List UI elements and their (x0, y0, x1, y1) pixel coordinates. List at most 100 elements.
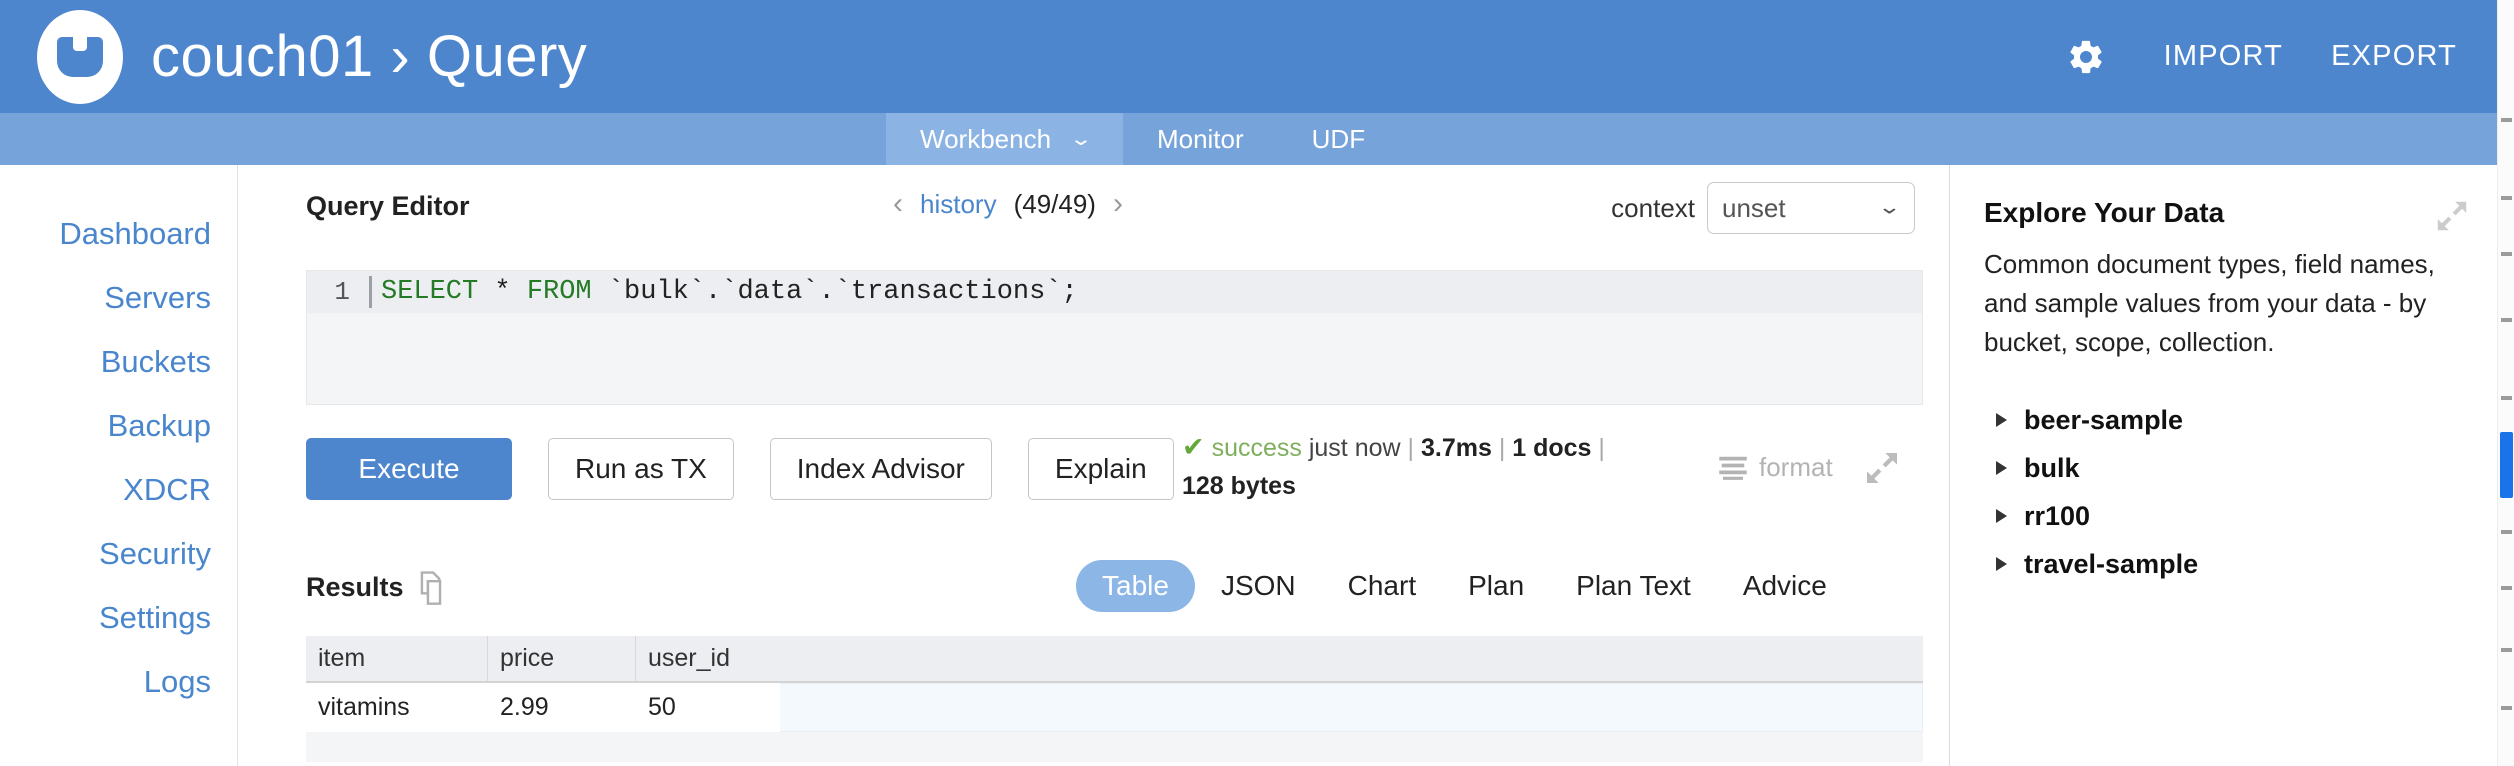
results-tab-table[interactable]: Table (1076, 560, 1195, 612)
sql-keyword-from: FROM (527, 277, 592, 307)
sidebar-item-dashboard[interactable]: Dashboard (0, 202, 237, 266)
run-as-tx-button[interactable]: Run as TX (548, 438, 734, 500)
sidebar-item-logs[interactable]: Logs (0, 650, 237, 714)
bucket-item-beer-sample[interactable]: beer-sample (1984, 396, 2467, 444)
column-header-item[interactable]: item (306, 636, 488, 681)
section-tabbar: Workbench ⌄ Monitor UDF (0, 113, 2497, 165)
import-button[interactable]: IMPORT (2164, 40, 2283, 73)
triangle-right-icon (1996, 413, 2007, 427)
table-row[interactable]: vitamins 2.99 50 (306, 683, 1923, 732)
status-duration: 3.7ms (1421, 434, 1492, 462)
gear-icon[interactable] (2066, 37, 2106, 77)
sidebar-item-xdcr[interactable]: XDCR (0, 458, 237, 522)
couchbase-logo-icon[interactable] (33, 10, 127, 104)
sql-star: * (478, 277, 527, 307)
tab-monitor-label: Monitor (1157, 124, 1244, 155)
table-footer (306, 732, 1923, 762)
text-cursor (369, 276, 372, 308)
column-header-price[interactable]: price (488, 636, 636, 681)
sidebar-item-security[interactable]: Security (0, 522, 237, 586)
index-advisor-button[interactable]: Index Advisor (770, 438, 992, 500)
explore-panel-title: Explore Your Data (1984, 197, 2467, 229)
bucket-label: beer-sample (2024, 405, 2183, 436)
bucket-item-rr100[interactable]: rr100 (1984, 492, 2467, 540)
export-button[interactable]: EXPORT (2331, 40, 2457, 73)
query-editor-title: Query Editor (306, 191, 470, 222)
triangle-right-icon (1996, 461, 2007, 475)
results-tab-plan-text[interactable]: Plan Text (1550, 560, 1717, 612)
column-header-user-id[interactable]: user_id (636, 636, 1923, 681)
explain-button[interactable]: Explain (1028, 438, 1174, 500)
status-time-ago: just now (1309, 434, 1401, 462)
page-scrollbar[interactable] (2497, 0, 2514, 766)
triangle-right-icon (1996, 557, 2007, 571)
bucket-item-travel-sample[interactable]: travel-sample (1984, 540, 2467, 588)
history-prev-icon[interactable]: ‹ (893, 187, 903, 221)
tab-monitor[interactable]: Monitor (1123, 113, 1278, 165)
sidebar-item-backup[interactable]: Backup (0, 394, 237, 458)
sql-code: SELECT * FROM `bulk`.`data`.`transaction… (381, 277, 1078, 307)
triangle-right-icon (1996, 509, 2007, 523)
results-tabs: Table JSON Chart Plan Plan Text Advice (1076, 560, 1853, 612)
sidebar-item-buckets[interactable]: Buckets (0, 330, 237, 394)
success-check-icon: ✔ (1182, 432, 1205, 462)
bucket-item-bulk[interactable]: bulk (1984, 444, 2467, 492)
sidebar-item-settings[interactable]: Settings (0, 586, 237, 650)
sql-path: `bulk`.`data`.`transactions`; (592, 277, 1078, 307)
bucket-list: beer-sample bulk rr100 travel-sample (1984, 396, 2467, 588)
query-editor-header: Query Editor ‹ history (49/49) › context… (238, 165, 1949, 241)
sidebar: Dashboard Servers Buckets Backup XDCR Se… (0, 165, 238, 766)
query-status: ✔ success just now | 3.7ms | 1 docs | 12… (1182, 428, 1622, 505)
expand-arrows-icon (2433, 197, 2471, 235)
chevron-down-icon: ⌄ (1877, 194, 1901, 219)
editor-active-line: 1 SELECT * FROM `bulk`.`data`.`transacti… (307, 271, 1922, 313)
status-state: success (1212, 434, 1302, 462)
bucket-label: travel-sample (2024, 549, 2198, 580)
sql-keyword-select: SELECT (381, 277, 478, 307)
chevron-down-icon: ⌄ (1069, 128, 1093, 151)
context-selector: context unset ⌄ (1611, 182, 1915, 234)
tab-workbench-label: Workbench (920, 124, 1051, 155)
scrollbar-thumb[interactable] (2500, 432, 2513, 498)
format-label: format (1759, 452, 1833, 483)
explore-panel-expand-button[interactable] (2433, 197, 2471, 240)
status-sep-1: | (1408, 434, 1415, 462)
tab-udf-label: UDF (1312, 124, 1365, 155)
table-header-row: item price user_id (306, 636, 1923, 683)
history-nav: ‹ history (49/49) › (893, 187, 1123, 221)
cell-item: vitamins (306, 683, 488, 732)
execute-button[interactable]: Execute (306, 438, 512, 500)
sql-editor[interactable]: 1 SELECT * FROM `bulk`.`data`.`transacti… (306, 270, 1923, 405)
format-button[interactable]: format (1718, 452, 1833, 483)
status-docs: 1 docs (1512, 434, 1591, 462)
expand-arrows-icon (1862, 448, 1902, 488)
history-count: (49/49) (1014, 189, 1096, 220)
status-size: 128 bytes (1182, 472, 1296, 500)
results-tab-chart[interactable]: Chart (1322, 560, 1442, 612)
results-tab-advice[interactable]: Advice (1717, 560, 1853, 612)
format-lines-icon (1718, 455, 1748, 481)
results-tab-plan[interactable]: Plan (1442, 560, 1550, 612)
history-link[interactable]: history (920, 189, 997, 220)
results-table: item price user_id vitamins 2.99 50 (306, 636, 1923, 762)
context-label: context (1611, 193, 1695, 224)
results-header: Results Table JSON Chart Plan Plan Text … (306, 560, 1923, 622)
results-tab-json[interactable]: JSON (1195, 560, 1322, 612)
copy-icon[interactable] (416, 570, 452, 613)
history-next-icon[interactable]: › (1113, 187, 1123, 221)
cell-price: 2.99 (488, 683, 636, 732)
editor-expand-button[interactable] (1862, 448, 1902, 493)
bucket-label: bulk (2024, 453, 2080, 484)
app-header: couch01 › Query IMPORT EXPORT (0, 0, 2497, 113)
bucket-label: rr100 (2024, 501, 2090, 532)
context-dropdown[interactable]: unset ⌄ (1707, 182, 1915, 234)
explore-panel-description: Common document types, field names, and … (1984, 245, 2467, 362)
cell-user-id: 50 (636, 683, 780, 732)
header-actions: IMPORT EXPORT (2066, 37, 2457, 77)
tab-udf[interactable]: UDF (1278, 113, 1399, 165)
tab-workbench[interactable]: Workbench ⌄ (886, 113, 1123, 165)
status-sep-2: | (1499, 434, 1506, 462)
editor-actions: Execute Run as TX Index Advisor Explain (306, 438, 1174, 500)
results-title: Results (306, 572, 404, 603)
sidebar-item-servers[interactable]: Servers (0, 266, 237, 330)
